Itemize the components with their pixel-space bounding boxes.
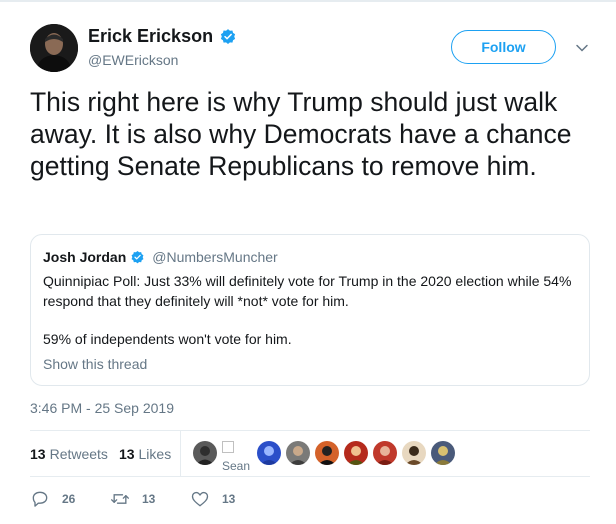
retweets-count: 13 — [30, 446, 46, 462]
tweet-text: This right here is why Trump should just… — [30, 87, 572, 181]
likers-avatars: Sean — [193, 441, 455, 473]
show-thread-link[interactable]: Show this thread — [43, 356, 147, 372]
likes-count: 13 — [118, 446, 135, 462]
author-avatar[interactable] — [30, 24, 78, 72]
divider — [30, 430, 590, 431]
liker-avatar[interactable] — [286, 441, 310, 465]
verified-badge-icon — [220, 28, 236, 44]
liker-avatar[interactable] — [344, 441, 368, 465]
liker-avatar[interactable] — [431, 441, 455, 465]
like-action[interactable]: 13 — [190, 489, 270, 509]
likes-label: Likes — [138, 446, 172, 462]
reply-action[interactable]: 26 — [30, 489, 110, 509]
liker-avatar[interactable] — [402, 441, 426, 465]
likes-stat[interactable]: 13 Likes — [119, 446, 171, 462]
divider — [30, 476, 590, 477]
quoted-author-row: Josh Jordan @NumbersMuncher — [43, 249, 278, 265]
like-count: 13 — [222, 492, 236, 506]
author-name-row: Erick Erickson — [88, 26, 237, 47]
quoted-handle: @NumbersMuncher — [152, 249, 278, 265]
retweet-action[interactable]: 13 — [110, 489, 190, 509]
retweet-count: 13 — [142, 492, 156, 506]
retweets-label: Retweets — [49, 446, 108, 462]
liker-avatar[interactable] — [373, 441, 397, 465]
stats-divider — [180, 431, 181, 476]
retweets-stat[interactable]: 13 Retweets — [30, 446, 108, 462]
top-border — [0, 0, 616, 2]
retweet-icon — [111, 494, 129, 504]
liker-avatar[interactable] — [315, 441, 339, 465]
chevron-down-icon[interactable] — [574, 40, 590, 56]
reply-count: 26 — [62, 492, 76, 506]
quoted-text-second-paragraph: 59% of independents won't vote for him. — [43, 331, 292, 347]
heart-icon — [191, 491, 209, 507]
author-handle[interactable]: @EWErickson — [88, 52, 178, 68]
liker-avatar-broken[interactable]: Sean — [222, 441, 252, 473]
quoted-display-name: Josh Jordan — [43, 249, 127, 265]
liker-avatar[interactable] — [257, 441, 281, 465]
reply-icon — [32, 491, 48, 507]
engagement-stats: 13 Retweets 13 Likes — [30, 446, 171, 462]
verified-badge-icon — [131, 250, 144, 263]
tweet-timestamp[interactable]: 3:46 PM - 25 Sep 2019 — [30, 400, 174, 416]
liker-alt-text: Sean — [222, 459, 251, 473]
tweet-actions: 26 13 13 — [30, 489, 270, 509]
author-display-name[interactable]: Erick Erickson — [88, 26, 213, 47]
quoted-tweet[interactable]: Josh Jordan @NumbersMuncher Quinnipiac P… — [30, 234, 590, 386]
quoted-text: Quinnipiac Poll: Just 33% will definitel… — [43, 273, 572, 309]
follow-button[interactable]: Follow — [451, 30, 556, 64]
liker-avatar[interactable] — [193, 441, 217, 465]
